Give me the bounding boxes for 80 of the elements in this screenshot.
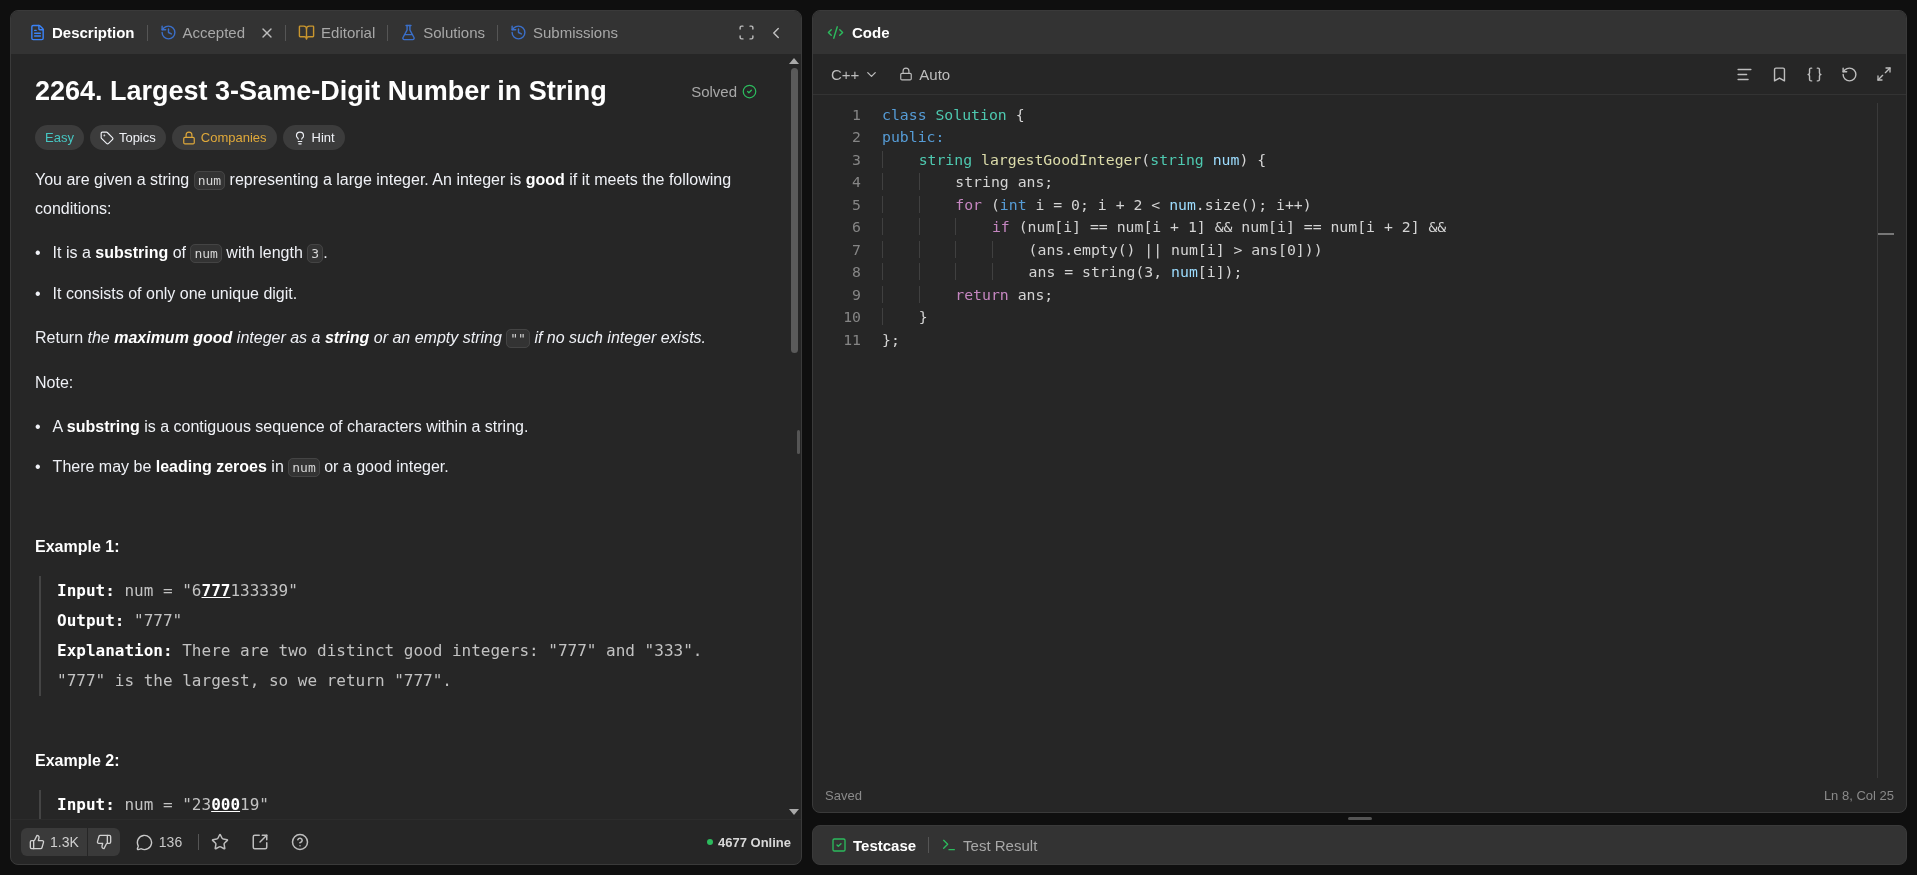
description-text: Note: — [35, 373, 75, 393]
description-text: Return the maximum good integer as a string or an empty string "" if no such integer exists. — [35, 328, 708, 350]
book-icon — [298, 24, 316, 41]
tag-chip[interactable]: Easy — [35, 125, 84, 150]
console-tab[interactable]: Test Result — [937, 832, 1042, 858]
description-text: You are given a string num representing a large integer. An integer is good if it meets the following conditions: — [35, 170, 733, 219]
panel-tab[interactable]: Solutions — [396, 20, 489, 45]
terminal-icon — [941, 837, 958, 853]
bullet-marker: • — [35, 457, 41, 477]
flask-icon — [400, 24, 418, 41]
expand-icon[interactable] — [1874, 64, 1894, 84]
line-number: 7 — [851, 240, 862, 258]
line-number: 8 — [851, 263, 862, 281]
thumbs-down-icon — [95, 834, 112, 850]
tag-chip[interactable]: Companies — [171, 125, 277, 150]
example-line: Explanation: There are two distinct good integers: "777" and "333". "777" is the largest, so we return "777". — [57, 640, 704, 692]
history-icon — [159, 24, 177, 41]
code-line: string ans; — [882, 173, 1054, 191]
code-line: for (int i = 0; i + 2 < num.size(); i++) — [882, 195, 1312, 213]
online-count: 4677 Online — [707, 834, 791, 850]
lock-icon — [181, 130, 196, 145]
scroll-thumb[interactable] — [790, 68, 798, 353]
panel-tab[interactable]: Accepted — [155, 20, 250, 45]
line-number: 10 — [842, 308, 862, 326]
bullet-marker: • — [35, 243, 41, 263]
code-line: return ans; — [882, 285, 1054, 303]
example-line: Input: num = "6777133339" — [57, 580, 299, 602]
line-number: 11 — [842, 330, 862, 348]
code-icon — [827, 24, 844, 41]
list-item: It consists of only one unique digit. — [52, 284, 298, 304]
code-line: string largestGoodInteger(string num) { — [882, 150, 1267, 168]
thumbs-up-icon — [29, 834, 45, 850]
save-status: Saved — [825, 787, 862, 803]
lock-icon — [899, 67, 914, 81]
solved-status: Solved — [691, 83, 763, 100]
console-tab[interactable]: Testcase — [827, 832, 921, 858]
bullet-marker: • — [35, 284, 41, 304]
checkbox-icon — [831, 837, 847, 853]
bullet-marker: • — [35, 417, 41, 437]
tag-chip[interactable]: Hint — [282, 125, 345, 150]
scroll-down-icon[interactable] — [789, 809, 799, 815]
line-number: 2 — [851, 128, 862, 146]
list-item: A substring is a contiguous sequence of characters within a string. — [52, 417, 529, 437]
list-item: There may be leading zeroes in num or a good integer. — [52, 457, 449, 479]
resize-handle[interactable] — [1347, 817, 1372, 820]
scroll-up-icon[interactable] — [789, 58, 799, 64]
line-number: 9 — [851, 285, 862, 303]
line-number: 5 — [851, 195, 862, 213]
panel-tab[interactable]: Description — [25, 20, 139, 45]
code-line: ans = string(3, num[i]); — [882, 263, 1243, 281]
problem-title: 2264. Largest 3-Same-Digit Number in String — [35, 76, 607, 107]
example-heading: Example 2: — [35, 752, 121, 770]
code-line: class Solution { — [882, 105, 1025, 123]
comment-icon — [135, 833, 153, 851]
code-line: } — [882, 308, 928, 326]
example-heading: Example 1: — [35, 538, 121, 556]
code-line: (ans.empty() || num[i] > ans[0])) — [882, 240, 1323, 258]
tag-icon — [99, 130, 114, 145]
cursor-position: Ln 8, Col 25 — [1823, 787, 1894, 803]
line-number: 4 — [851, 173, 862, 191]
tag-chip[interactable]: Topics — [89, 125, 166, 150]
code-line: }; — [882, 330, 900, 348]
document-icon — [29, 24, 46, 41]
language-select[interactable]: C++ — [825, 64, 886, 84]
code-line: public: — [882, 128, 945, 146]
panel-tab[interactable]: Submissions — [506, 20, 623, 45]
line-number: 1 — [851, 105, 862, 123]
code-line: if (num[i] == num[i + 1] && num[i] == num[i + 2] && — [882, 218, 1447, 236]
check-circle-icon — [742, 84, 757, 99]
list-item: It is a substring of num with length 3 . — [52, 243, 328, 265]
example-line: Input: num = "2300019" — [57, 794, 270, 816]
line-number: 3 — [851, 150, 862, 168]
panel-title: Code — [852, 24, 890, 41]
fullscreen-icon[interactable] — [736, 22, 757, 43]
comments-button[interactable]: 136 — [129, 829, 189, 855]
line-number: 6 — [851, 218, 862, 236]
mode-label: Auto — [919, 65, 951, 83]
example-line: Output: "777" — [57, 610, 184, 632]
history-icon — [510, 24, 527, 41]
panel-tab[interactable]: Editorial — [294, 20, 380, 45]
